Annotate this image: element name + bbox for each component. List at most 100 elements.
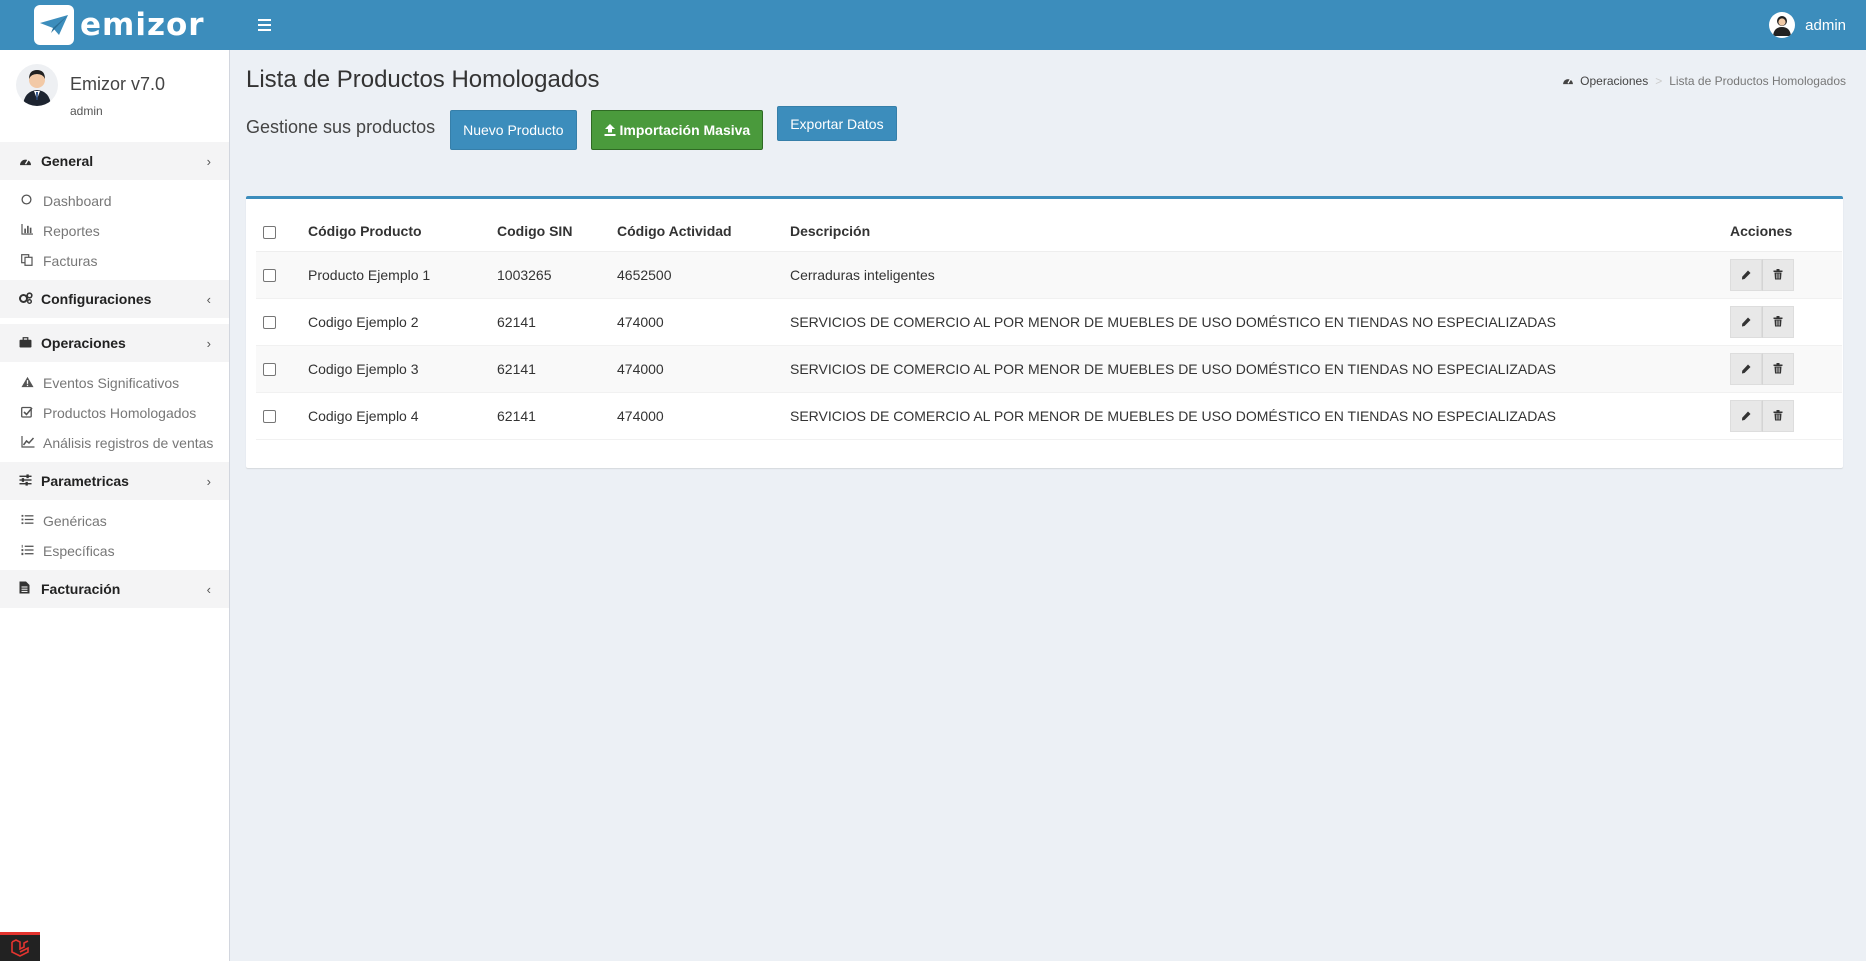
sidebar-group-label: Parametricas bbox=[41, 473, 129, 489]
cell-codigo-actividad: 474000 bbox=[617, 298, 790, 346]
table-row: Codigo Ejemplo 3 62141 474000 SERVICIOS … bbox=[256, 345, 1842, 393]
list-ol-icon bbox=[21, 544, 43, 559]
sidebar-group-configuraciones[interactable]: Configuraciones ‹ bbox=[0, 280, 229, 318]
sidebar-item-productos-homologados[interactable]: Productos Homologados bbox=[0, 398, 229, 428]
avatar bbox=[16, 64, 58, 106]
chevron-left-icon: ‹ bbox=[206, 291, 211, 307]
sidebar-item-genericas[interactable]: Genéricas bbox=[0, 506, 229, 536]
row-checkbox[interactable] bbox=[263, 269, 276, 283]
pencil-icon bbox=[1742, 317, 1751, 326]
cell-codigo-sin: 62141 bbox=[497, 392, 617, 440]
chevron-right-icon: › bbox=[206, 473, 211, 489]
chevron-left-icon: ‹ bbox=[206, 581, 211, 597]
file-text-icon bbox=[19, 581, 37, 597]
gears-icon bbox=[19, 291, 37, 307]
table-row: Codigo Ejemplo 2 62141 474000 SERVICIOS … bbox=[256, 298, 1842, 346]
table-row: Producto Ejemplo 1 1003265 4652500 Cerra… bbox=[256, 251, 1842, 299]
sidebar-toggle-button[interactable] bbox=[244, 0, 284, 50]
bulk-import-button[interactable]: Importación Masiva bbox=[590, 110, 764, 150]
dashboard-icon bbox=[19, 154, 37, 169]
sidebar-item-eventos-significativos[interactable]: Eventos Significativos bbox=[0, 368, 229, 398]
cell-codigo-producto: Codigo Ejemplo 4 bbox=[308, 392, 497, 440]
trash-icon bbox=[1773, 316, 1783, 327]
sidebar-group-general[interactable]: General › bbox=[0, 142, 229, 180]
sidebar-item-especificas[interactable]: Específicas bbox=[0, 536, 229, 566]
pencil-icon bbox=[1742, 270, 1751, 279]
column-header-descripcion[interactable]: Descripción bbox=[790, 211, 1730, 252]
line-chart-icon bbox=[21, 435, 43, 451]
cell-codigo-sin: 62141 bbox=[497, 345, 617, 393]
page-subtitle: Gestione sus productos bbox=[246, 117, 436, 137]
table-row: Codigo Ejemplo 4 62141 474000 SERVICIOS … bbox=[256, 392, 1842, 440]
cell-codigo-producto: Producto Ejemplo 1 bbox=[308, 251, 497, 299]
dashboard-icon bbox=[1562, 74, 1574, 88]
briefcase-icon bbox=[19, 336, 37, 351]
sidebar-item-facturas[interactable]: Facturas bbox=[0, 246, 229, 276]
sidebar-item-dashboard[interactable]: Dashboard bbox=[0, 186, 229, 216]
row-checkbox[interactable] bbox=[263, 316, 276, 330]
new-product-button[interactable]: Nuevo Producto bbox=[450, 110, 577, 150]
export-data-button[interactable]: Exportar Datos bbox=[777, 106, 897, 141]
table-header-row: Código Producto Codigo SIN Código Activi… bbox=[256, 211, 1842, 252]
breadcrumb-link-operaciones[interactable]: Operaciones bbox=[1580, 74, 1648, 88]
logo[interactable]: emizor bbox=[0, 0, 230, 50]
column-header-codigo-actividad[interactable]: Código Actividad bbox=[617, 211, 790, 252]
sidebar-item-label: Facturas bbox=[43, 253, 98, 269]
breadcrumb-separator: > bbox=[1655, 74, 1663, 88]
sidebar-item-analisis-registros[interactable]: Análisis registros de ventas bbox=[0, 428, 229, 458]
sidebar-item-label: Análisis registros de ventas bbox=[43, 435, 214, 451]
cell-descripcion: SERVICIOS DE COMERCIO AL POR MENOR DE MU… bbox=[790, 345, 1730, 393]
cell-codigo-sin: 1003265 bbox=[497, 251, 617, 299]
row-checkbox[interactable] bbox=[263, 363, 276, 377]
column-header-codigo-sin[interactable]: Codigo SIN bbox=[497, 211, 617, 252]
sliders-icon bbox=[19, 473, 37, 489]
user-panel: Emizor v7.0 admin bbox=[0, 50, 229, 142]
edit-button[interactable] bbox=[1730, 352, 1762, 385]
select-all-checkbox[interactable] bbox=[263, 225, 276, 239]
row-checkbox[interactable] bbox=[263, 410, 276, 424]
top-navbar: emizor admin bbox=[0, 0, 1866, 50]
sidebar-item-label: Específicas bbox=[43, 543, 115, 559]
toolbar: Gestione sus productos Nuevo Producto Im… bbox=[246, 105, 911, 150]
sidebar-item-reportes[interactable]: Reportes bbox=[0, 216, 229, 246]
debugbar-toggle-button[interactable] bbox=[0, 932, 40, 961]
sidebar-group-facturacion[interactable]: Facturación ‹ bbox=[0, 570, 229, 608]
sidebar-item-label: Productos Homologados bbox=[43, 405, 197, 421]
check-square-icon bbox=[21, 406, 43, 421]
cell-codigo-actividad: 474000 bbox=[617, 345, 790, 393]
warning-icon bbox=[21, 376, 43, 391]
user-menu[interactable]: admin bbox=[1769, 12, 1846, 38]
trash-icon bbox=[1773, 269, 1783, 280]
sidebar-item-label: Eventos Significativos bbox=[43, 375, 180, 391]
pencil-icon bbox=[1742, 411, 1751, 420]
delete-button[interactable] bbox=[1762, 352, 1794, 385]
column-header-codigo-producto[interactable]: Código Producto bbox=[308, 211, 497, 252]
edit-button[interactable] bbox=[1730, 305, 1762, 338]
delete-button[interactable] bbox=[1762, 399, 1794, 432]
main-content: Lista de Productos Homologados Operacion… bbox=[231, 50, 1866, 961]
page-title: Lista de Productos Homologados bbox=[246, 66, 600, 93]
column-header-acciones: Acciones bbox=[1730, 211, 1842, 252]
pencil-icon bbox=[1742, 364, 1751, 373]
brand-name: emizor bbox=[80, 7, 205, 43]
circle-icon bbox=[21, 194, 43, 208]
edit-button[interactable] bbox=[1730, 399, 1762, 432]
cell-descripcion: Cerraduras inteligentes bbox=[790, 251, 1730, 299]
user-menu-name: admin bbox=[1805, 16, 1846, 34]
copy-icon bbox=[21, 253, 43, 269]
hamburger-icon bbox=[257, 18, 271, 33]
trash-icon bbox=[1773, 363, 1783, 374]
cell-codigo-actividad: 4652500 bbox=[617, 251, 790, 299]
sidebar-item-label: Reportes bbox=[43, 223, 100, 239]
sidebar-group-label: Operaciones bbox=[41, 335, 126, 351]
delete-button[interactable] bbox=[1762, 305, 1794, 338]
sidebar-group-label: General bbox=[41, 153, 94, 169]
delete-button[interactable] bbox=[1762, 258, 1794, 291]
sidebar-group-parametricas[interactable]: Parametricas › bbox=[0, 462, 229, 500]
list-icon bbox=[21, 514, 43, 528]
edit-button[interactable] bbox=[1730, 258, 1762, 291]
sidebar-group-operaciones[interactable]: Operaciones › bbox=[0, 324, 229, 362]
bulk-import-label: Importación Masiva bbox=[619, 122, 751, 138]
bar-chart-icon bbox=[21, 224, 43, 238]
products-box: Código Producto Codigo SIN Código Activi… bbox=[246, 196, 1843, 468]
